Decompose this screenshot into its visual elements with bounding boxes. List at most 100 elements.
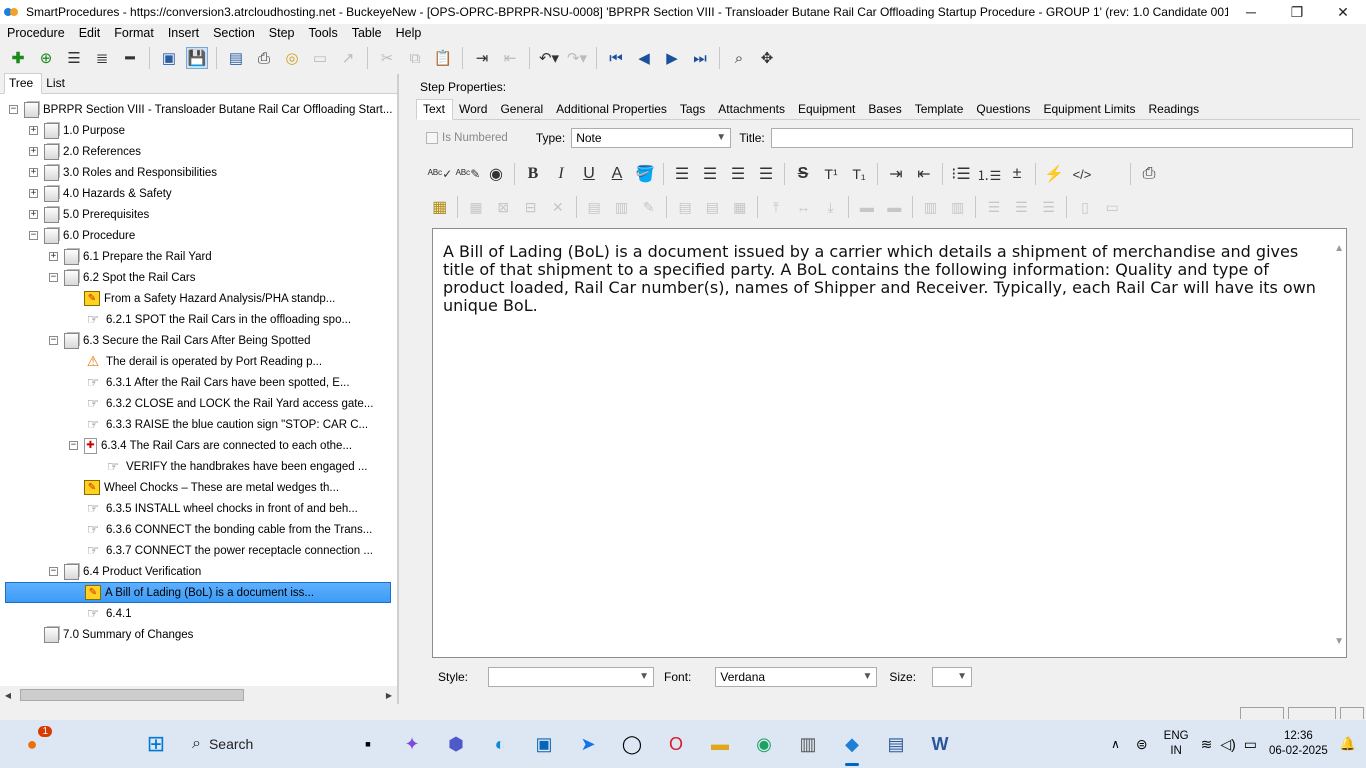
menu-section[interactable]: Section	[206, 26, 262, 40]
notifications-icon[interactable]: 🔔	[1340, 736, 1356, 752]
align-top-icon[interactable]: ⤒	[764, 195, 787, 219]
tree-node[interactable]: − ✚ 6.3.4 The Rail Cars are connected to e…	[69, 435, 352, 456]
expand-all-icon[interactable]: ≣	[91, 47, 113, 69]
is-numbered-checkbox[interactable]	[426, 132, 438, 144]
tab-attachments[interactable]: Attachments	[712, 100, 792, 119]
menu-table[interactable]: Table	[345, 26, 389, 40]
scroll-right-icon[interactable]: ▶	[381, 691, 397, 700]
web-icon[interactable]: ◎	[281, 47, 303, 69]
decrease-indent-icon[interactable]: ⇤	[912, 162, 936, 186]
expand-icon[interactable]: +	[29, 147, 38, 156]
collapse-icon[interactable]: −	[9, 105, 18, 114]
tree-node[interactable]: ☞ 6.2.1 SPOT the Rail Cars in the offload…	[69, 309, 351, 330]
copy-procedure-icon[interactable]: ▣	[158, 47, 180, 69]
font-select[interactable]: Verdana ▼	[715, 667, 878, 687]
taskbar-search[interactable]: ⌕ Search	[182, 728, 342, 760]
justify-icon[interactable]: ☰	[754, 162, 778, 186]
tree-node[interactable]: ☞ 6.3.1 After the Rail Cars have been spo…	[69, 372, 350, 393]
minimize-button[interactable]: ─	[1228, 0, 1274, 24]
align-right-icon[interactable]: ☰	[726, 162, 750, 186]
remove-icon[interactable]: ━	[119, 47, 141, 69]
clock[interactable]: 12:36 06-02-2025	[1269, 729, 1328, 759]
size-select[interactable]: ▼	[932, 667, 973, 687]
type-select[interactable]: Note ▼	[571, 128, 732, 148]
tab-word[interactable]: Word	[453, 100, 494, 119]
collapse-icon[interactable]: −	[69, 441, 78, 450]
copy-icon[interactable]: ⧉	[404, 47, 426, 69]
step-text-editor[interactable]: A Bill of Lading (BoL) is a document iss…	[432, 228, 1347, 658]
tree-node[interactable]: +3.0 Roles and Responsibilities	[29, 162, 217, 183]
expand-icon[interactable]: +	[29, 210, 38, 219]
spellcheck-as-you-type-icon[interactable]: ᴬᴮᶜ✎	[456, 162, 481, 186]
app-icon[interactable]: ▥	[792, 728, 824, 760]
word-icon[interactable]: W	[924, 728, 956, 760]
column-width-icon[interactable]: ▯	[1073, 195, 1096, 219]
tab-readings[interactable]: Readings	[1142, 100, 1206, 119]
previous-icon[interactable]: ◀	[633, 47, 655, 69]
redo-icon[interactable]: ↷▾	[566, 47, 588, 69]
tab-template[interactable]: Template	[909, 100, 971, 119]
tree-node[interactable]: ✎ A Bill of Lading (BoL) is a document is…	[5, 582, 391, 603]
menu-edit[interactable]: Edit	[72, 26, 108, 40]
insert-row-below-icon[interactable]: ▤	[701, 195, 724, 219]
align-cell-right-icon[interactable]: ☰	[1037, 195, 1060, 219]
row-height-icon[interactable]: ▭	[1101, 195, 1124, 219]
close-button[interactable]: ✕	[1320, 0, 1366, 24]
tree-node[interactable]: +2.0 References	[29, 141, 141, 162]
insert-row-above-icon[interactable]: ▤	[673, 195, 696, 219]
split-cells-icon[interactable]: ▬	[883, 195, 906, 219]
tab-additional-properties[interactable]: Additional Properties	[550, 100, 674, 119]
numbered-list-icon[interactable]: ⒈☰	[977, 162, 1002, 186]
print-icon[interactable]: ⎙	[253, 47, 275, 69]
insert-table-icon[interactable]: ▦	[428, 195, 451, 219]
color-wheel-icon[interactable]: ◉	[484, 162, 508, 186]
scrollbar-track[interactable]	[16, 689, 381, 701]
scroll-up-icon[interactable]: ▲	[1334, 243, 1344, 254]
tree-node[interactable]: +6.1 Prepare the Rail Yard	[49, 246, 212, 267]
start-icon[interactable]: ⊞	[140, 728, 172, 760]
language-indicator[interactable]: ENG IN	[1164, 729, 1189, 759]
dell-icon[interactable]: ◯	[616, 728, 648, 760]
align-center-icon[interactable]: ☰	[698, 162, 722, 186]
menu-step[interactable]: Step	[262, 26, 302, 40]
redirect-icon[interactable]: ↗	[337, 47, 359, 69]
underline-button[interactable]: U	[577, 162, 601, 186]
edge-icon[interactable]: ◐	[484, 728, 516, 760]
expand-icon[interactable]: +	[49, 252, 58, 261]
horizontal-scrollbar[interactable]: ◀ ▶	[0, 686, 397, 704]
outdent-icon[interactable]: ⇤	[499, 47, 521, 69]
publish-icon[interactable]: ▤	[225, 47, 247, 69]
tree-node[interactable]: ☞ 6.4.1	[69, 603, 132, 624]
collapse-icon[interactable]: −	[49, 567, 58, 576]
file-explorer-icon[interactable]: ▬	[704, 728, 736, 760]
tree-node[interactable]: − 6.0 Procedure	[29, 225, 135, 246]
style-select[interactable]: ▼	[488, 667, 655, 687]
form-icon[interactable]: ▭	[309, 47, 331, 69]
tab-text[interactable]: Text	[416, 99, 454, 120]
tree-node[interactable]: ☞ VERIFY the handbrakes have been engaged…	[89, 456, 368, 477]
tree-node[interactable]: ✎ From a Safety Hazard Analysis/PHA stand…	[69, 288, 335, 309]
tab-equipment-limits[interactable]: Equipment Limits	[1037, 100, 1142, 119]
menu-insert[interactable]: Insert	[161, 26, 206, 40]
tab-questions[interactable]: Questions	[970, 100, 1037, 119]
copilot-icon[interactable]: ✦	[396, 728, 428, 760]
collapse-icon[interactable]: −	[49, 336, 58, 345]
volume-icon[interactable]: ◁)	[1220, 736, 1235, 753]
title-field[interactable]	[770, 128, 1353, 148]
tab-tree[interactable]: Tree	[4, 73, 43, 94]
tree-node[interactable]: ☞ 6.3.7 CONNECT the power receptacle conn…	[69, 540, 373, 561]
tree-node[interactable]: ☞ 6.3.3 RAISE the blue caution sign "STOP…	[69, 414, 368, 435]
cut-icon[interactable]: ✂	[376, 47, 398, 69]
pane-splitter[interactable]	[398, 74, 408, 704]
teams-icon[interactable]: ⬢	[440, 728, 472, 760]
collapse-all-icon[interactable]: ☰	[63, 47, 85, 69]
paste-icon[interactable]: 📋	[432, 47, 454, 69]
superscript-button[interactable]: T¹	[819, 162, 843, 186]
restore-button[interactable]: ❐	[1274, 0, 1320, 24]
tab-tags[interactable]: Tags	[674, 100, 712, 119]
insert-column-left-icon[interactable]: ▥	[919, 195, 942, 219]
tree-node[interactable]: +4.0 Hazards & Safety	[29, 183, 172, 204]
bold-button[interactable]: B	[521, 162, 545, 186]
italic-button[interactable]: I	[549, 162, 573, 186]
add-substep-icon[interactable]: ⊕	[35, 47, 57, 69]
